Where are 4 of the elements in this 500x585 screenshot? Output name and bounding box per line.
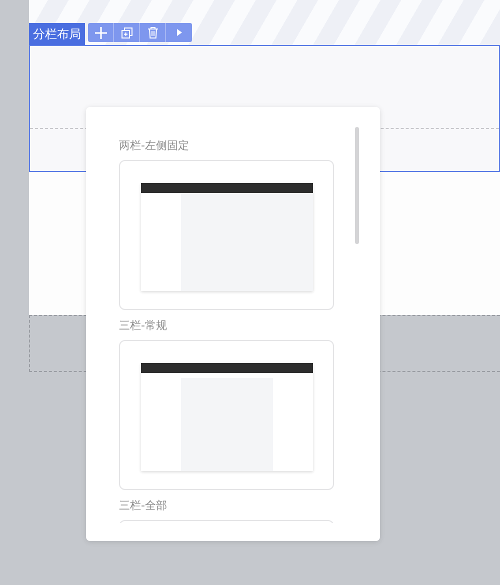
layout-label: 三栏-常规 bbox=[119, 318, 168, 333]
block-tag: 分栏布局 bbox=[29, 23, 85, 45]
layout-label: 两栏-左侧固定 bbox=[119, 138, 190, 153]
layout-label: 三栏-全部 bbox=[119, 498, 168, 513]
